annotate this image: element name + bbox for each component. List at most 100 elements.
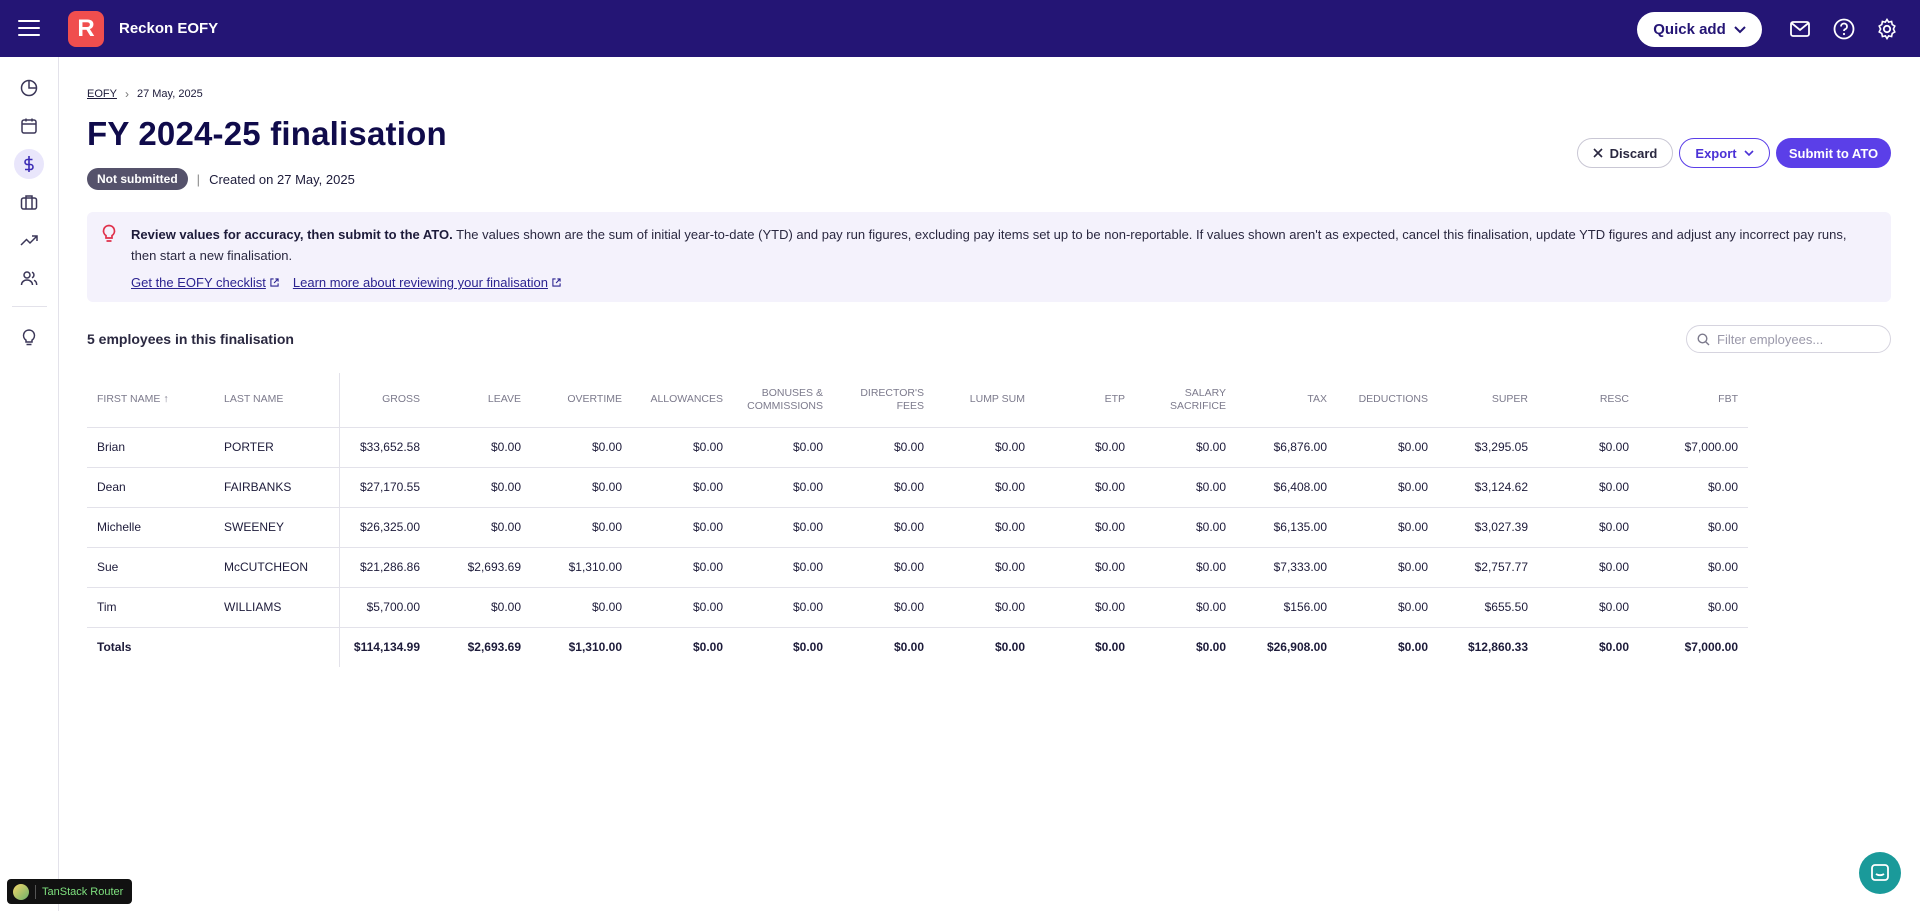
cell-bonuses: $0.00: [733, 507, 833, 548]
column-header-tax[interactable]: Tax: [1236, 373, 1337, 428]
filter-employees-input[interactable]: [1717, 331, 1877, 347]
table-row: Sue McCUTCHEON $21,286.86 $2,693.69 $1,310.0…: [87, 547, 1748, 588]
people-icon[interactable]: [14, 263, 44, 293]
quick-add-label: Quick add: [1653, 21, 1726, 38]
tanstack-router-devtools[interactable]: TanStack Router: [7, 879, 132, 904]
column-header-gross[interactable]: Gross: [339, 373, 430, 428]
column-header-deductions[interactable]: Deductions: [1337, 373, 1438, 428]
column-header-bonuses[interactable]: Bonuses & Commissions: [733, 373, 833, 428]
cell-overtime: $1,310.00: [568, 640, 622, 655]
briefcase-icon[interactable]: [14, 187, 44, 217]
cell-allowances: $0.00: [632, 467, 733, 508]
cell-salary-sacrifice: $0.00: [1135, 507, 1236, 548]
cell-gross: $21,286.86: [339, 547, 430, 588]
chat-button[interactable]: [1859, 852, 1901, 894]
page-title: FY 2024-25 finalisation: [87, 115, 447, 152]
column-header-directors-fees[interactable]: Director's Fees: [833, 373, 934, 428]
cell-tax: $156.00: [1236, 587, 1337, 628]
chevron-down-icon: [1734, 25, 1746, 33]
cell-allowances: $0.00: [632, 507, 733, 548]
dollar-icon[interactable]: [14, 149, 44, 179]
column-header-overtime[interactable]: Overtime: [531, 373, 632, 428]
app-logo[interactable]: R: [68, 11, 104, 47]
cell-last-name: FAIRBANKS: [214, 467, 340, 508]
cell-bonuses: $0.00: [733, 587, 833, 628]
cell-etp: $0.00: [1035, 467, 1135, 508]
tanstack-logo: [13, 883, 29, 900]
help-icon[interactable]: [1832, 17, 1856, 41]
submit-to-ato-button[interactable]: Submit to ATO: [1776, 138, 1891, 168]
column-header-lump-sum[interactable]: Lump sum: [934, 373, 1035, 428]
cell-resc: $0.00: [1538, 587, 1639, 628]
cell-overtime: $0.00: [531, 587, 632, 628]
cell-deductions: $0.00: [1337, 547, 1438, 588]
cell-first-name: Sue: [87, 547, 214, 588]
cell-super: $3,124.62: [1438, 467, 1538, 508]
cell-leave: $0.00: [430, 587, 531, 628]
lightbulb-icon[interactable]: [14, 323, 44, 353]
table-header-row: First name ↑ Last name Gross Leave Overti…: [87, 373, 1748, 428]
cell-resc: $0.00: [1538, 427, 1639, 468]
status-row: Not submitted | Created on 27 May, 2025: [87, 168, 355, 190]
mail-icon[interactable]: [1788, 17, 1812, 41]
table-row: Dean FAIRBANKS $27,170.55 $0.00 $0.00 $0.00 $0…: [87, 467, 1748, 508]
cell-allowances: $0.00: [692, 640, 723, 655]
column-header-leave[interactable]: Leave: [430, 373, 531, 428]
dashboard-icon[interactable]: [14, 73, 44, 103]
breadcrumb-current: 27 May, 2025: [136, 88, 203, 100]
column-header-salary-sacrifice[interactable]: Salary Sacrifice: [1135, 373, 1236, 428]
cell-overtime: $0.00: [531, 467, 632, 508]
column-header-first-name[interactable]: First name ↑: [87, 373, 214, 428]
info-links: Get the EOFY checklist Learn more about …: [131, 275, 561, 290]
cell-gross: $26,325.00: [339, 507, 430, 548]
cell-lump-sum: $0.00: [994, 640, 1025, 655]
table-row: Michelle SWEENEY $26,325.00 $0.00 $0.00 $0.00…: [87, 507, 1748, 548]
column-header-super[interactable]: Super: [1438, 373, 1538, 428]
learn-more-link[interactable]: Learn more about reviewing your finalisa…: [293, 275, 561, 290]
export-button[interactable]: Export: [1679, 138, 1770, 168]
cell-first-name: Totals: [97, 640, 132, 655]
cell-gross: $114,134.99: [353, 640, 420, 655]
cell-fbt: $0.00: [1639, 587, 1748, 628]
cell-super: $12,860.33: [1467, 640, 1528, 655]
column-header-resc[interactable]: RESC: [1538, 373, 1639, 428]
eofy-checklist-link[interactable]: Get the EOFY checklist: [131, 275, 279, 290]
trend-icon[interactable]: [14, 225, 44, 255]
cell-allowances: $0.00: [632, 587, 733, 628]
breadcrumb-eofy-link[interactable]: EOFY: [87, 88, 117, 100]
filter-employees[interactable]: [1686, 325, 1891, 353]
cell-super: $2,757.77: [1438, 547, 1538, 588]
cell-leave: $0.00: [430, 467, 531, 508]
cell-overtime: $0.00: [531, 507, 632, 548]
cell-tax: $6,135.00: [1236, 507, 1337, 548]
column-header-fbt[interactable]: FBT: [1639, 373, 1748, 428]
cell-last-name: McCUTCHEON: [214, 547, 340, 588]
menu-icon[interactable]: [18, 17, 40, 39]
column-header-etp[interactable]: ETP: [1035, 373, 1135, 428]
cell-bonuses: $0.00: [792, 640, 823, 655]
cell-last-name: [214, 627, 340, 667]
chevron-right-icon: ›: [124, 87, 129, 101]
cell-etp: $0.00: [1094, 640, 1125, 655]
cell-lump-sum: $0.00: [934, 467, 1035, 508]
cell-directors-fees: $0.00: [833, 507, 934, 548]
close-icon: [1593, 148, 1603, 158]
cell-tax: $6,408.00: [1236, 467, 1337, 508]
cell-salary-sacrifice: $0.00: [1135, 587, 1236, 628]
divider: [35, 884, 36, 899]
cell-resc: $0.00: [1538, 547, 1639, 588]
discard-button[interactable]: Discard: [1577, 138, 1673, 168]
cell-lump-sum: $0.00: [934, 507, 1035, 548]
calendar-icon[interactable]: [14, 111, 44, 141]
cell-leave: $0.00: [430, 427, 531, 468]
cell-overtime: $1,310.00: [531, 547, 632, 588]
export-label: Export: [1695, 145, 1737, 161]
quick-add-button[interactable]: Quick add: [1637, 12, 1762, 47]
column-header-last-name[interactable]: Last name: [214, 373, 340, 428]
column-header-allowances[interactable]: Allowances: [632, 373, 733, 428]
finalisation-table: First name ↑ Last name Gross Leave Overti…: [87, 373, 1748, 667]
cell-deductions: $0.00: [1337, 427, 1438, 468]
cell-fbt: $7,000.00: [1639, 427, 1748, 468]
info-text: Review values for accuracy, then submit …: [131, 224, 1871, 266]
settings-icon[interactable]: [1875, 17, 1899, 41]
